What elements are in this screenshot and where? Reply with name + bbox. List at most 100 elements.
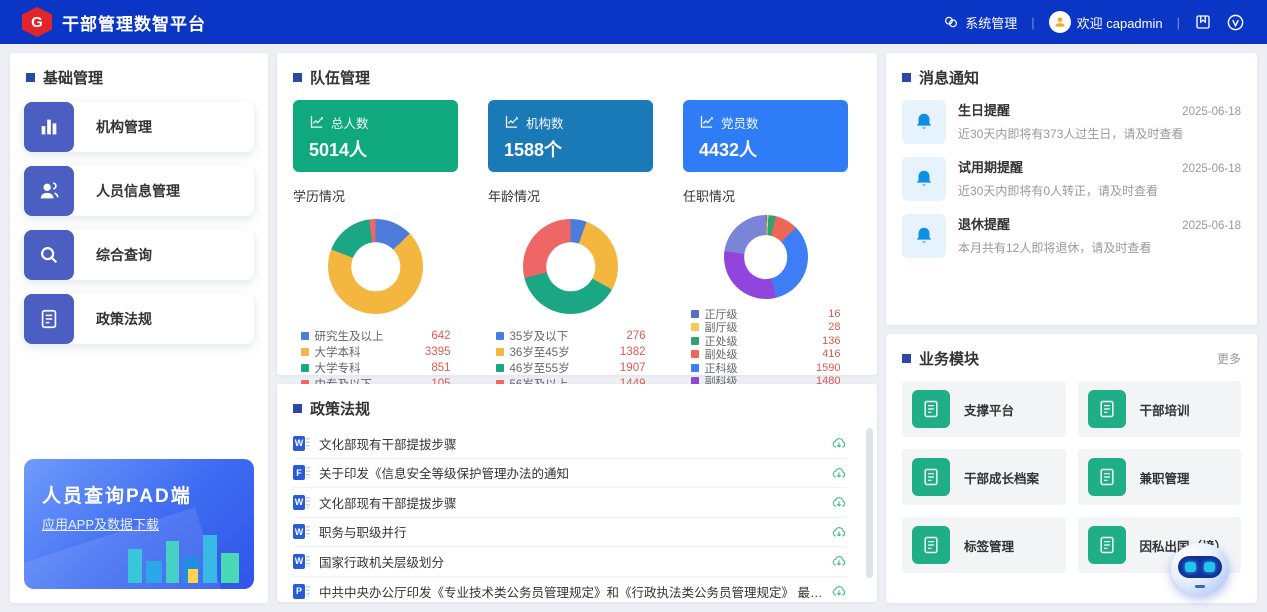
age-legend: 35岁及以下276 36岁至45岁1382 46岁至55岁1907 56岁及以上…: [496, 328, 646, 392]
donut-hole: [351, 242, 400, 291]
age-donut-chart[interactable]: [523, 219, 618, 314]
policy-row[interactable]: W 职务与职级并行: [293, 518, 847, 548]
policy-row[interactable]: P 中共中央办公厅印发《专业技术类公务员管理规定》和《行政执法类公务员管理规定》…: [293, 577, 847, 603]
stat-card-party-members[interactable]: 党员数 4432人: [683, 100, 848, 172]
legend-item[interactable]: 研究生及以上642: [301, 328, 451, 344]
legend-color-swatch: [301, 364, 309, 372]
stat-label: 机构数: [526, 113, 564, 132]
chart-title-education: 学历情况: [293, 186, 458, 205]
bell-icon: [902, 214, 946, 258]
trend-chart-icon: [309, 114, 324, 132]
legend-item[interactable]: 大学专科851: [301, 360, 451, 376]
promo-title: 人员查询PAD端: [42, 481, 254, 508]
robot-mouth: [1195, 585, 1205, 588]
sidebar-item-label: 综合查询: [74, 245, 152, 265]
document-icon: [1088, 526, 1126, 564]
notification-probation[interactable]: 试用期提醒 2025-06-18 近30天内即将有0人转正，请及时查看: [902, 157, 1241, 201]
position-donut-chart[interactable]: [724, 215, 808, 299]
legend-item[interactable]: 46岁至55岁1907: [496, 360, 646, 376]
system-management-menu[interactable]: 系统管理: [943, 13, 1017, 32]
document-icon: [912, 458, 950, 496]
stat-card-org-count[interactable]: 机构数 1588个: [488, 100, 653, 172]
education-donut-chart[interactable]: [328, 219, 423, 314]
logout-icon[interactable]: [1226, 13, 1245, 32]
module-parttime-management[interactable]: 兼职管理: [1078, 449, 1242, 505]
policy-row[interactable]: W 国家行政机关层级划分: [293, 547, 847, 577]
user-menu[interactable]: 欢迎 capadmin: [1049, 11, 1163, 33]
module-tag-management[interactable]: 标签管理: [902, 517, 1066, 573]
ppt-doc-icon: P: [293, 584, 310, 599]
donut-hole: [546, 242, 595, 291]
download-icon[interactable]: [831, 583, 847, 599]
stat-label: 党员数: [721, 113, 759, 132]
word-doc-icon: W: [293, 436, 310, 451]
welcome-label: 欢迎 capadmin: [1077, 13, 1163, 32]
scrollbar-thumb[interactable]: [866, 428, 873, 578]
position-chart-block: 正厅级16 副厅级28 正处级136 副处级416 正科级1590 副科级148…: [683, 213, 848, 402]
team-management-panel: 队伍管理 总人数 5014人: [277, 53, 877, 375]
notification-retirement[interactable]: 退休提醒 2025-06-18 本月共有12人即将退休，请及时查看: [902, 214, 1241, 258]
manual-icon[interactable]: [1194, 13, 1212, 31]
stat-card-total-people[interactable]: 总人数 5014人: [293, 100, 458, 172]
sidebar-item-personnel-info[interactable]: 人员信息管理: [24, 166, 254, 216]
robot-visor: [1178, 556, 1222, 578]
module-growth-archive[interactable]: 干部成长档案: [902, 449, 1066, 505]
notifications-section-title: 消息通知: [919, 67, 979, 88]
legend-color-swatch: [691, 310, 699, 318]
chart-title-age: 年龄情况: [488, 186, 653, 205]
policy-row[interactable]: W 文化部现有干部提拔步骤: [293, 429, 847, 459]
policy-row[interactable]: F 关于印发《信息安全等级保护管理办法的通知: [293, 459, 847, 489]
sidebar-item-policies[interactable]: 政策法规: [24, 294, 254, 344]
word-doc-icon: W: [293, 554, 310, 569]
trend-chart-icon: [504, 114, 519, 132]
ai-assistant-robot[interactable]: [1171, 543, 1229, 595]
legend-color-swatch: [691, 337, 699, 345]
document-icon: [912, 526, 950, 564]
legend-color-swatch: [691, 323, 699, 331]
policies-panel: 政策法规 W 文化部现有干部提拔步骤 F 关于印发《信息安全等级保护管理办法的通…: [277, 384, 877, 602]
section-bullet: [293, 404, 302, 413]
education-legend: 研究生及以上642 大学本科3395 大学专科851 中专及以下105: [301, 328, 451, 392]
download-icon[interactable]: [831, 435, 847, 451]
notification-date: 2025-06-18: [1182, 220, 1241, 232]
promo-subtitle: 应用APP及数据下载: [42, 514, 254, 533]
nav-separator: |: [1177, 15, 1180, 30]
donut-hole: [744, 235, 788, 279]
gear-icon: [943, 14, 959, 30]
download-icon[interactable]: [831, 494, 847, 510]
policy-row[interactable]: W 文化部现有干部提拔步骤: [293, 488, 847, 518]
legend-color-swatch: [496, 348, 504, 356]
module-cadre-training[interactable]: 干部培训: [1078, 381, 1242, 437]
download-icon[interactable]: [831, 553, 847, 569]
sidebar-section-title: 基础管理: [43, 67, 103, 88]
document-icon: [24, 294, 74, 344]
legend-item[interactable]: 大学本科3395: [301, 344, 451, 360]
user-avatar: [1049, 11, 1071, 33]
legend-color-swatch: [496, 332, 504, 340]
pad-app-promo-banner[interactable]: 人员查询PAD端 应用APP及数据下载: [24, 459, 254, 589]
system-management-label: 系统管理: [965, 13, 1017, 32]
app-title: 干部管理数智平台: [62, 10, 206, 35]
sidebar-item-comprehensive-query[interactable]: 综合查询: [24, 230, 254, 280]
module-support-platform[interactable]: 支撑平台: [902, 381, 1066, 437]
legend-item[interactable]: 35岁及以下276: [496, 328, 646, 344]
legend-color-swatch: [301, 348, 309, 356]
download-icon[interactable]: [831, 524, 847, 540]
document-icon: [912, 390, 950, 428]
legend-color-swatch: [691, 364, 699, 372]
legend-color-swatch: [496, 364, 504, 372]
sidebar-item-org-management[interactable]: 机构管理: [24, 102, 254, 152]
users-icon: [24, 166, 74, 216]
business-modules-panel: 业务模块 更多 支撑平台 干部培训 干部成长档案 兼职管理: [886, 334, 1257, 603]
notifications-panel: 消息通知 生日提醒 2025-06-18 近30天内即将有373人过生日，请及时…: [886, 53, 1257, 325]
modules-section-title: 业务模块: [919, 348, 979, 369]
legend-item[interactable]: 36岁至45岁1382: [496, 344, 646, 360]
section-bullet: [293, 73, 302, 82]
document-icon: [1088, 390, 1126, 428]
notification-birthday[interactable]: 生日提醒 2025-06-18 近30天内即将有373人过生日，请及时查看: [902, 100, 1241, 144]
policy-list: W 文化部现有干部提拔步骤 F 关于印发《信息安全等级保护管理办法的通知 W 文…: [277, 429, 877, 602]
more-link[interactable]: 更多: [1217, 350, 1241, 367]
download-icon[interactable]: [831, 465, 847, 481]
chart-title-position: 任职情况: [683, 186, 848, 205]
trend-chart-icon: [699, 114, 714, 132]
